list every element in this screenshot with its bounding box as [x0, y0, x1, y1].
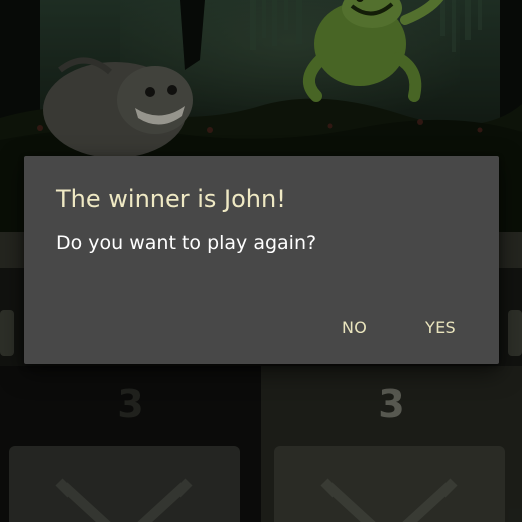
dialog-message: Do you want to play again?: [56, 232, 317, 254]
dialog-title: The winner is John!: [56, 185, 286, 213]
game-screen: 3 3 The winner is John! Do you want to p…: [0, 0, 522, 522]
no-button[interactable]: NO: [334, 312, 375, 344]
yes-button[interactable]: YES: [417, 312, 464, 344]
play-again-dialog: The winner is John! Do you want to play …: [24, 156, 499, 364]
